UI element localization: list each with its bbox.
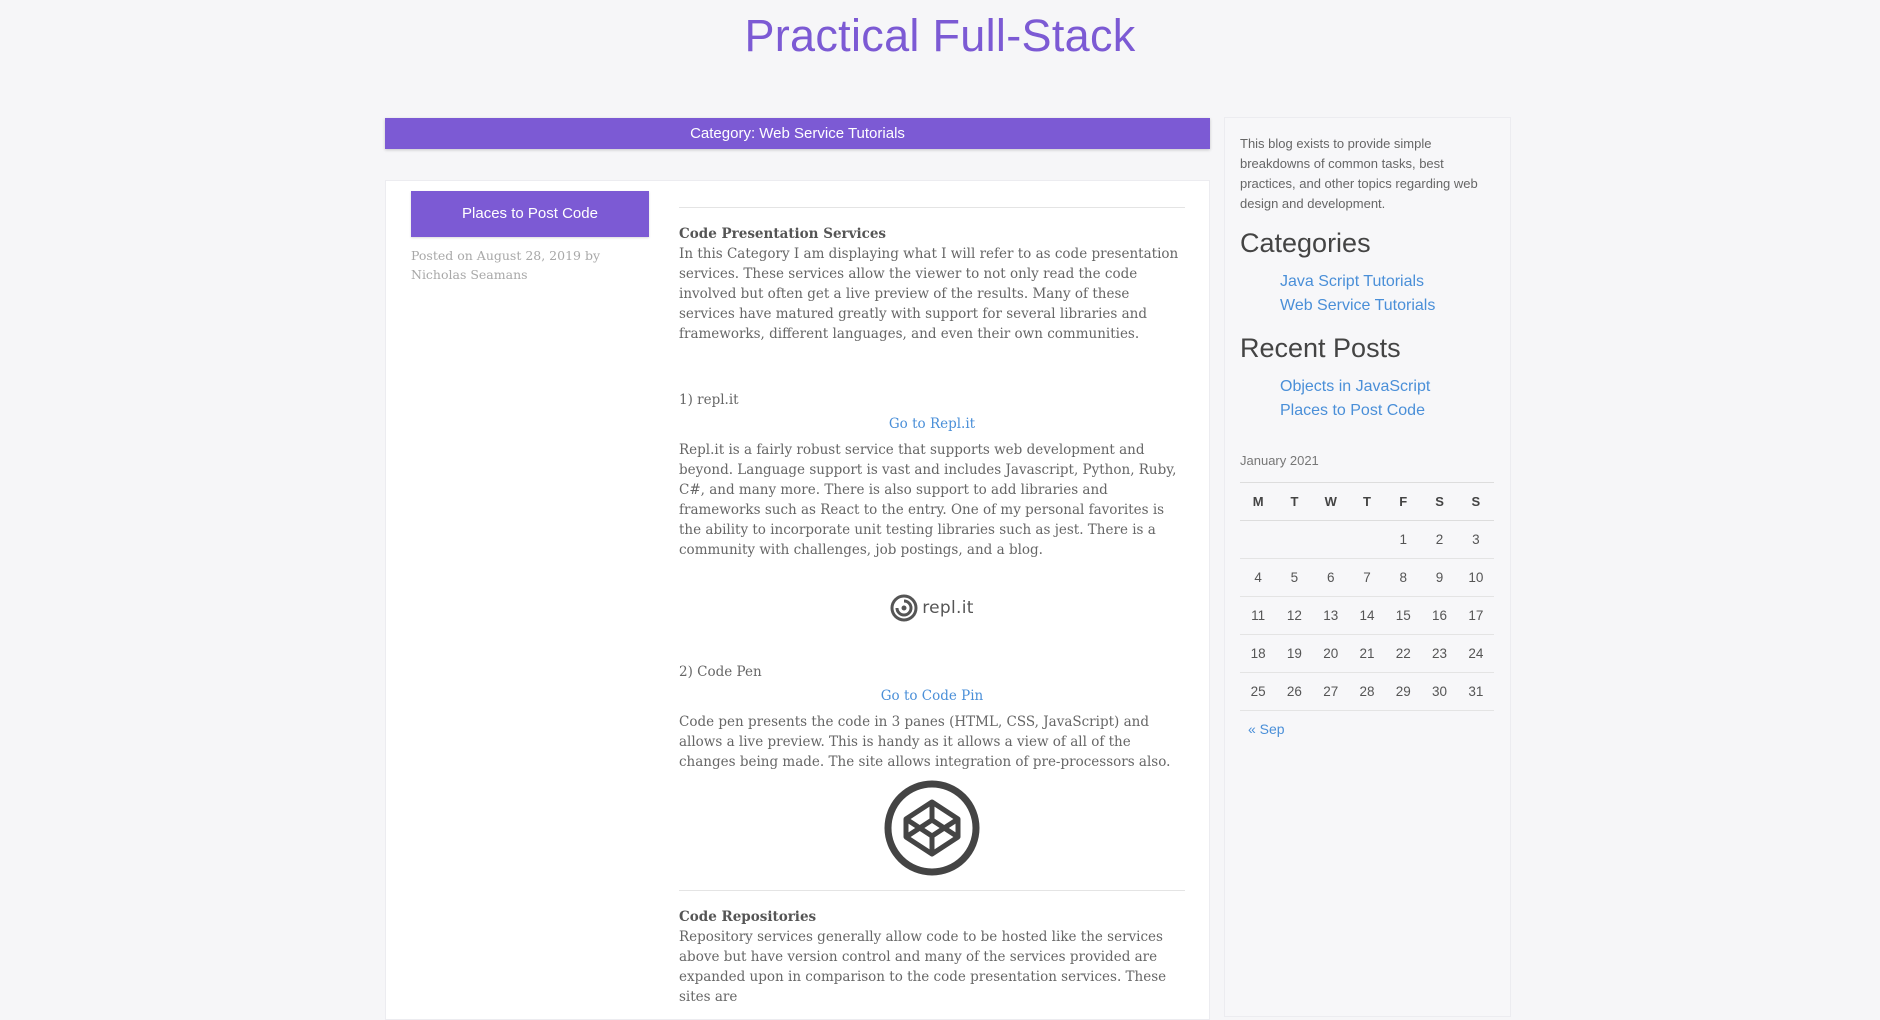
calendar-day: 23 xyxy=(1421,634,1458,673)
replit-logo-text: repl.it xyxy=(922,598,974,618)
calendar-day xyxy=(1348,520,1386,559)
calendar-day: 31 xyxy=(1457,672,1494,711)
section-heading-repos: Code Repositories xyxy=(679,909,817,925)
calendar-day: 17 xyxy=(1457,596,1494,635)
category-link[interactable]: Web Service Tutorials xyxy=(1280,294,1435,318)
calendar-day: 9 xyxy=(1421,558,1458,597)
calendar-day: 30 xyxy=(1421,672,1458,711)
post-meta: Posted on August 28, 2019 by Nicholas Se… xyxy=(411,248,601,282)
calendar-day: 26 xyxy=(1276,672,1313,711)
calendar-week: 18 19 20 21 22 23 24 xyxy=(1240,634,1494,673)
calendar-day xyxy=(1312,520,1349,559)
calendar-prev-month-link[interactable]: « Sep xyxy=(1248,721,1494,737)
calendar-day: 1 xyxy=(1385,520,1422,559)
category-header: Category: Web Service Tutorials xyxy=(385,118,1210,149)
calendar-widget: January 2021 M T W T F S S 1 2 3 4 5 6 7… xyxy=(1240,453,1494,737)
divider xyxy=(679,207,1185,208)
post-title-button[interactable]: Places to Post Code xyxy=(411,191,649,237)
calendar-day: 22 xyxy=(1385,634,1422,673)
recent-posts-heading: Recent Posts xyxy=(1240,333,1401,363)
recent-posts-list: Objects in JavaScript Places to Post Cod… xyxy=(1280,375,1430,423)
categories-list: Java Script Tutorials Web Service Tutori… xyxy=(1280,270,1435,318)
repos-body: Repository services generally allow code… xyxy=(679,929,1167,1005)
replit-link[interactable]: Go to Repl.it xyxy=(679,414,1185,434)
calendar-day: 28 xyxy=(1348,672,1386,711)
calendar-day: 4 xyxy=(1240,558,1277,597)
calendar-table: M T W T F S S 1 2 3 4 5 6 7 8 9 10 11 12… xyxy=(1240,482,1494,711)
calendar-day: 8 xyxy=(1385,558,1422,597)
weekday-header: W xyxy=(1312,482,1349,521)
calendar-day: 2 xyxy=(1421,520,1458,559)
codepen-link[interactable]: Go to Code Pin xyxy=(679,686,1185,706)
codepen-heading: 2) Code Pen xyxy=(679,664,762,680)
calendar-day: 16 xyxy=(1421,596,1458,635)
calendar-day: 19 xyxy=(1276,634,1313,673)
sidebar: This blog exists to provide simple break… xyxy=(1224,117,1511,1017)
weekday-header: F xyxy=(1385,482,1422,521)
presentation-intro: In this Category I am displaying what I … xyxy=(679,246,1179,342)
calendar-day: 13 xyxy=(1312,596,1349,635)
calendar-day: 6 xyxy=(1312,558,1349,597)
weekday-header: S xyxy=(1457,482,1494,521)
calendar-week: 25 26 27 28 29 30 31 xyxy=(1240,672,1494,711)
calendar-day: 29 xyxy=(1385,672,1422,711)
calendar-day: 3 xyxy=(1457,520,1494,559)
weekday-header: S xyxy=(1421,482,1458,521)
replit-logo: repl.it xyxy=(679,560,1185,656)
recent-post-link[interactable]: Places to Post Code xyxy=(1280,399,1430,423)
codepen-body: Code pen presents the code in 3 panes (H… xyxy=(679,714,1171,770)
calendar-day xyxy=(1240,520,1277,559)
calendar-week: 11 12 13 14 15 16 17 xyxy=(1240,596,1494,635)
calendar-day: 7 xyxy=(1348,558,1386,597)
recent-post-link[interactable]: Objects in JavaScript xyxy=(1280,375,1430,399)
calendar-day xyxy=(1276,520,1313,559)
site-title[interactable]: Practical Full-Stack xyxy=(0,10,1880,62)
about-text: This blog exists to provide simple break… xyxy=(1240,136,1478,211)
calendar-day: 21 xyxy=(1348,634,1386,673)
calendar-day: 12 xyxy=(1276,596,1313,635)
post-content: Code Presentation Services In this Categ… xyxy=(679,207,1185,1007)
categories-heading: Categories xyxy=(1240,228,1371,258)
calendar-day: 10 xyxy=(1457,558,1494,597)
calendar-day: 18 xyxy=(1240,634,1277,673)
calendar-day: 15 xyxy=(1385,596,1422,635)
weekday-header: T xyxy=(1348,482,1386,521)
calendar-caption: January 2021 xyxy=(1240,453,1319,468)
calendar-day: 5 xyxy=(1276,558,1313,597)
replit-heading: 1) repl.it xyxy=(679,392,739,408)
calendar-day: 24 xyxy=(1457,634,1494,673)
calendar-day: 11 xyxy=(1240,596,1277,635)
weekday-header: M xyxy=(1240,482,1277,521)
divider xyxy=(679,890,1185,891)
calendar-day: 25 xyxy=(1240,672,1277,711)
weekday-header: T xyxy=(1276,482,1313,521)
calendar-day: 14 xyxy=(1348,596,1386,635)
calendar-week: 4 5 6 7 8 9 10 xyxy=(1240,558,1494,597)
codepen-logo-icon xyxy=(679,772,1185,884)
post-card: Places to Post Code Posted on August 28,… xyxy=(385,180,1210,1020)
category-link[interactable]: Java Script Tutorials xyxy=(1280,270,1435,294)
replit-body: Repl.it is a fairly robust service that … xyxy=(679,442,1177,558)
calendar-day: 27 xyxy=(1312,672,1349,711)
calendar-day: 20 xyxy=(1312,634,1349,673)
section-heading-presentation: Code Presentation Services xyxy=(679,226,887,242)
calendar-week: 1 2 3 xyxy=(1240,520,1494,559)
replit-swirl-icon xyxy=(890,594,918,622)
